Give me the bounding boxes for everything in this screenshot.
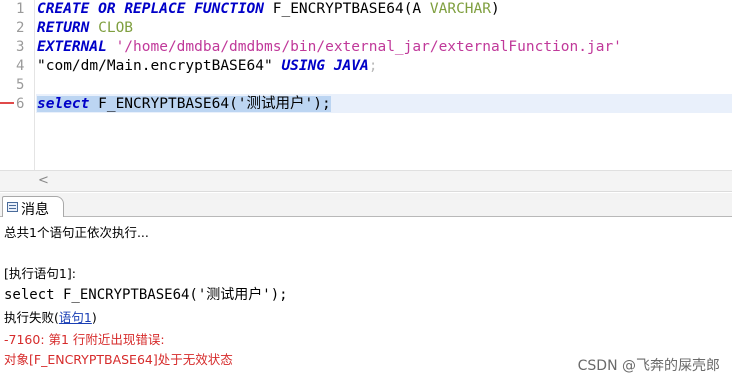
result-tab-bar: 消息 [0,193,732,218]
message-text: ) [91,310,97,325]
tab-messages[interactable]: 消息 [2,196,64,218]
keyword: OR [98,1,116,17]
horizontal-scrollbar[interactable]: < [0,170,732,192]
sql-editor[interactable]: 1 2 3 4 5 6 CREATE OR REPLACE FUNCTION F… [0,0,732,170]
string-literal: '/home/dmdba/dmdbms/bin/external_jar/ext… [106,39,622,55]
keyword: EXTERNAL [37,39,107,55]
error-detail-line: 对象[F_ENCRYPTBASE64]处于无效状态 [4,352,233,367]
message-text: 执行失败( [4,310,59,325]
code-line-2[interactable]: RETURN CLOB [37,19,133,38]
line-number: 5 [16,77,25,93]
type-token: CLOB [89,20,134,36]
line-number-gutter: 1 2 3 4 5 6 [0,0,35,170]
watermark: CSDN @飞奔的屎壳郎 [577,358,720,374]
keyword: FUNCTION [194,1,265,17]
message-line: [执行语句1]: [4,266,76,281]
keyword: REPLACE [124,1,186,17]
string-literal: "com/dm/Main.encryptBASE64" [37,58,273,74]
keyword: select [37,96,90,112]
line-number: 2 [16,20,25,36]
message-icon [7,202,18,212]
type-token: VARCHAR [429,1,491,17]
semicolon-token: ; [368,58,378,74]
keyword: RETURN [37,20,90,36]
keyword: USING [281,58,326,74]
selected-statement: F_ENCRYPTBASE64('测试用户'); [89,96,331,112]
line-number: 3 [16,39,25,55]
line-number: 6 [16,96,25,112]
code-line-6[interactable]: select F_ENCRYPTBASE64('测试用户'); [37,95,331,114]
tab-label: 消息 [21,202,49,218]
message-line: 执行失败(语句1) [4,307,97,326]
function-signature: F_ENCRYPTBASE64(A [264,1,430,17]
line-number: 1 [16,1,25,17]
code-line-3[interactable]: EXTERNAL '/home/dmdba/dmdbms/bin/externa… [37,38,622,57]
line-number: 4 [16,58,25,74]
paren-token: ) [491,1,500,17]
scroll-left-icon[interactable]: < [38,173,49,188]
message-line: 总共1个语句正依次执行... [4,225,149,240]
message-line: select F_ENCRYPTBASE64('测试用户'); [4,287,288,303]
keyword: CREATE [37,1,90,17]
error-line-marker [0,102,14,104]
statement-link[interactable]: 语句1 [59,310,92,325]
error-code-line: -7160: 第1 行附近出现错误: [4,332,165,347]
keyword: JAVA [333,58,369,74]
code-line-1[interactable]: CREATE OR REPLACE FUNCTION F_ENCRYPTBASE… [37,0,500,19]
code-line-4[interactable]: "com/dm/Main.encryptBASE64" USING JAVA; [37,57,377,76]
